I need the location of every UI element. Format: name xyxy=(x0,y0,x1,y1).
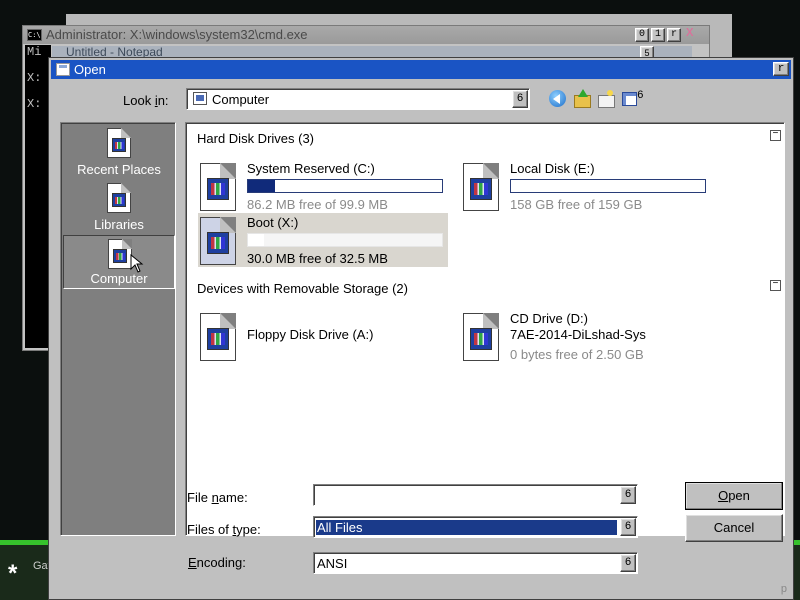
computer-icon xyxy=(108,239,132,269)
cmd-icon: C:\ xyxy=(27,29,42,41)
notepad-icon xyxy=(56,63,70,76)
encoding-value: ANSI xyxy=(317,556,348,571)
files-of-type-value: All Files xyxy=(316,520,617,535)
file-view[interactable]: Hard Disk Drives (3) − System Reserved (… xyxy=(185,122,785,536)
dialog-close-button[interactable]: r xyxy=(773,62,789,76)
computer-icon xyxy=(193,92,207,105)
resize-grip-icon[interactable]: p xyxy=(781,583,787,595)
place-label: Computer xyxy=(90,271,148,286)
drive-volume-label: 7AE-2014-DiLshad-Sys xyxy=(510,327,646,342)
new-folder-icon[interactable] xyxy=(597,90,615,108)
drive-usage-bar xyxy=(510,179,706,193)
back-icon[interactable] xyxy=(549,90,567,108)
drive-name: System Reserved (C:) xyxy=(247,161,375,176)
place-libraries[interactable]: Libraries xyxy=(63,180,175,234)
drive-name: Local Disk (E:) xyxy=(510,161,595,176)
cmd-minimize-button[interactable]: 0 xyxy=(635,28,649,42)
drive-usage-fill xyxy=(248,180,276,192)
hard-drive-icon xyxy=(200,163,236,211)
place-recent-places[interactable]: Recent Places xyxy=(63,125,175,179)
chevron-down-icon[interactable]: 6 xyxy=(620,486,636,504)
start-icon[interactable]: * xyxy=(8,560,17,588)
drive-system-reserved[interactable]: System Reserved (C:) 86.2 MB free of 99.… xyxy=(198,159,448,213)
file-name-input[interactable]: 6 xyxy=(313,484,638,506)
recent-places-icon xyxy=(107,128,131,158)
open-button[interactable]: Open xyxy=(685,482,783,510)
chevron-down-icon[interactable]: 6 xyxy=(512,90,528,108)
drive-free-space: 158 GB free of 159 GB xyxy=(510,197,643,212)
drive-cd[interactable]: CD Drive (D:) 7AE-2014-DiLshad-Sys 0 byt… xyxy=(461,309,711,363)
floppy-drive-icon xyxy=(200,313,236,361)
encoding-select[interactable]: ANSI 6 xyxy=(313,552,638,574)
drive-local-disk[interactable]: Local Disk (E:) 158 GB free of 159 GB xyxy=(461,159,711,213)
drive-free-space: 30.0 MB free of 32.5 MB xyxy=(247,251,388,266)
place-label: Recent Places xyxy=(77,162,161,177)
up-folder-icon[interactable] xyxy=(573,89,591,108)
files-of-type-label: Files of type: xyxy=(187,522,261,537)
dialog-title: Open xyxy=(74,62,106,77)
cmd-title: Administrator: X:\windows\system32\cmd.e… xyxy=(46,27,308,42)
drive-name: CD Drive (D:) xyxy=(510,311,588,326)
group-header-removable: Devices with Removable Storage (2) xyxy=(197,281,408,296)
drive-free-space: 0 bytes free of 2.50 GB xyxy=(510,347,644,362)
drive-name: Boot (X:) xyxy=(247,215,299,230)
chevron-down-icon[interactable]: 6 xyxy=(637,90,644,102)
encoding-label: Encoding: xyxy=(188,555,246,570)
hard-drive-icon xyxy=(200,217,236,265)
open-dialog: Open r Look in: Computer 6 6 Recent Plac… xyxy=(48,57,794,600)
drive-free-space: 86.2 MB free of 99.9 MB xyxy=(247,197,388,212)
collapse-icon[interactable]: − xyxy=(770,130,781,141)
cancel-button[interactable]: Cancel xyxy=(685,514,783,542)
close-icon[interactable]: x xyxy=(686,23,694,40)
file-name-label: File name: xyxy=(187,490,248,505)
place-computer[interactable]: Computer xyxy=(63,235,175,289)
chevron-down-icon[interactable]: 6 xyxy=(620,518,636,536)
drive-name: Floppy Disk Drive (A:) xyxy=(247,327,374,342)
files-of-type-select[interactable]: All Files 6 xyxy=(313,516,638,538)
dialog-titlebar[interactable]: Open r xyxy=(51,60,791,79)
cmd-maximize-button[interactable]: 1 xyxy=(651,28,665,42)
chevron-down-icon[interactable]: 6 xyxy=(620,554,636,572)
place-label: Libraries xyxy=(94,217,144,232)
look-in-label: Look in: xyxy=(123,93,169,108)
look-in-combo[interactable]: Computer 6 xyxy=(186,88,530,110)
drive-usage-bar xyxy=(247,233,443,247)
cmd-titlebar[interactable]: C:\ Administrator: X:\windows\system32\c… xyxy=(23,26,709,44)
cd-drive-icon xyxy=(463,313,499,361)
drive-floppy[interactable]: Floppy Disk Drive (A:) xyxy=(198,309,448,363)
libraries-icon xyxy=(107,183,131,213)
hard-drive-icon xyxy=(463,163,499,211)
drive-usage-fill xyxy=(248,234,264,246)
places-bar: Recent Places Libraries Computer xyxy=(60,122,176,536)
group-header-hard-disks: Hard Disk Drives (3) xyxy=(197,131,315,146)
collapse-icon[interactable]: − xyxy=(770,280,781,291)
cmd-close-button[interactable]: r xyxy=(667,28,681,42)
look-in-value: Computer xyxy=(212,92,270,107)
drive-boot[interactable]: Boot (X:) 30.0 MB free of 32.5 MB xyxy=(198,213,448,267)
drive-usage-bar xyxy=(247,179,443,193)
